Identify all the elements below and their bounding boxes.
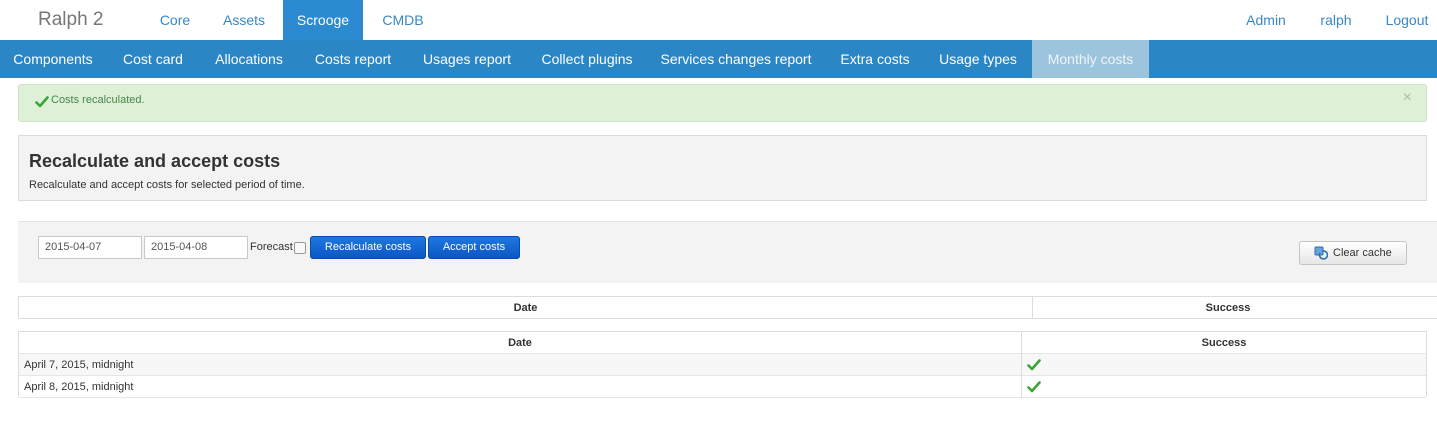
topnav-cmdb[interactable]: CMDB — [376, 0, 430, 40]
forecast-checkbox[interactable] — [294, 242, 306, 254]
results-table: Date Success April 7, 2015, midnight Apr… — [18, 331, 1427, 398]
subnav-monthly-costs[interactable]: Monthly costs — [1032, 40, 1149, 78]
end-date-input[interactable]: 2015-04-08 — [144, 236, 248, 259]
topnav-user[interactable]: ralph — [1312, 0, 1360, 40]
alert-message: Costs recalculated. — [51, 94, 145, 106]
topnav-logout[interactable]: Logout — [1380, 0, 1434, 40]
topnav-assets[interactable]: Assets — [218, 0, 270, 40]
topnav-core[interactable]: Core — [150, 0, 200, 40]
check-icon — [35, 96, 49, 108]
table-row: April 7, 2015, midnight — [19, 354, 1426, 376]
start-date-input[interactable]: 2015-04-07 — [38, 236, 142, 259]
clear-cache-label: Clear cache — [1333, 247, 1392, 259]
forecast-label: Forecast — [250, 241, 293, 253]
recalculate-costs-button[interactable]: Recalculate costs — [310, 236, 426, 259]
subnav-components[interactable]: Components — [0, 40, 106, 78]
row-date: April 7, 2015, midnight — [24, 359, 134, 371]
sub-navbar: Components Cost card Allocations Costs r… — [0, 40, 1437, 78]
column-header-date[interactable]: Date — [19, 332, 1021, 354]
check-icon — [1027, 359, 1041, 371]
results-table-header: Date Success — [18, 296, 1437, 319]
page-subtitle: Recalculate and accept costs for selecte… — [29, 179, 305, 191]
close-icon[interactable]: × — [1403, 89, 1412, 107]
table-header-row: Date Success — [19, 332, 1426, 354]
subnav-allocations[interactable]: Allocations — [200, 40, 298, 78]
column-header-date[interactable]: Date — [19, 297, 1032, 319]
subnav-usage-types[interactable]: Usage types — [926, 40, 1030, 78]
subnav-cost-card[interactable]: Cost card — [108, 40, 198, 78]
recalculate-form: 2015-04-07 2015-04-08 Forecast Recalcula… — [18, 221, 1437, 283]
subnav-collect-plugins[interactable]: Collect plugins — [528, 40, 646, 78]
top-navbar: Ralph 2 Core Assets Scrooge CMDB Admin r… — [0, 0, 1437, 40]
page-header-panel: Recalculate and accept costs Recalculate… — [18, 135, 1427, 201]
page-title: Recalculate and accept costs — [29, 151, 281, 171]
topnav-scrooge[interactable]: Scrooge — [283, 0, 363, 40]
table-row: April 8, 2015, midnight — [19, 376, 1426, 398]
accept-costs-button[interactable]: Accept costs — [428, 236, 520, 259]
subnav-services-changes-report[interactable]: Services changes report — [648, 40, 824, 78]
column-header-success[interactable]: Success — [1022, 332, 1426, 354]
clear-cache-button[interactable]: Clear cache — [1299, 241, 1407, 265]
subnav-extra-costs[interactable]: Extra costs — [826, 40, 924, 78]
check-icon — [1027, 381, 1041, 393]
topnav-admin[interactable]: Admin — [1238, 0, 1294, 40]
brand-logo[interactable]: Ralph 2 — [38, 0, 104, 40]
subnav-costs-report[interactable]: Costs report — [300, 40, 406, 78]
column-divider — [1021, 332, 1022, 398]
subnav-usages-report[interactable]: Usages report — [408, 40, 526, 78]
success-alert: Costs recalculated. × — [18, 84, 1427, 122]
refresh-icon — [1314, 246, 1328, 260]
row-date: April 8, 2015, midnight — [24, 381, 134, 393]
column-header-success[interactable]: Success — [1033, 297, 1423, 319]
